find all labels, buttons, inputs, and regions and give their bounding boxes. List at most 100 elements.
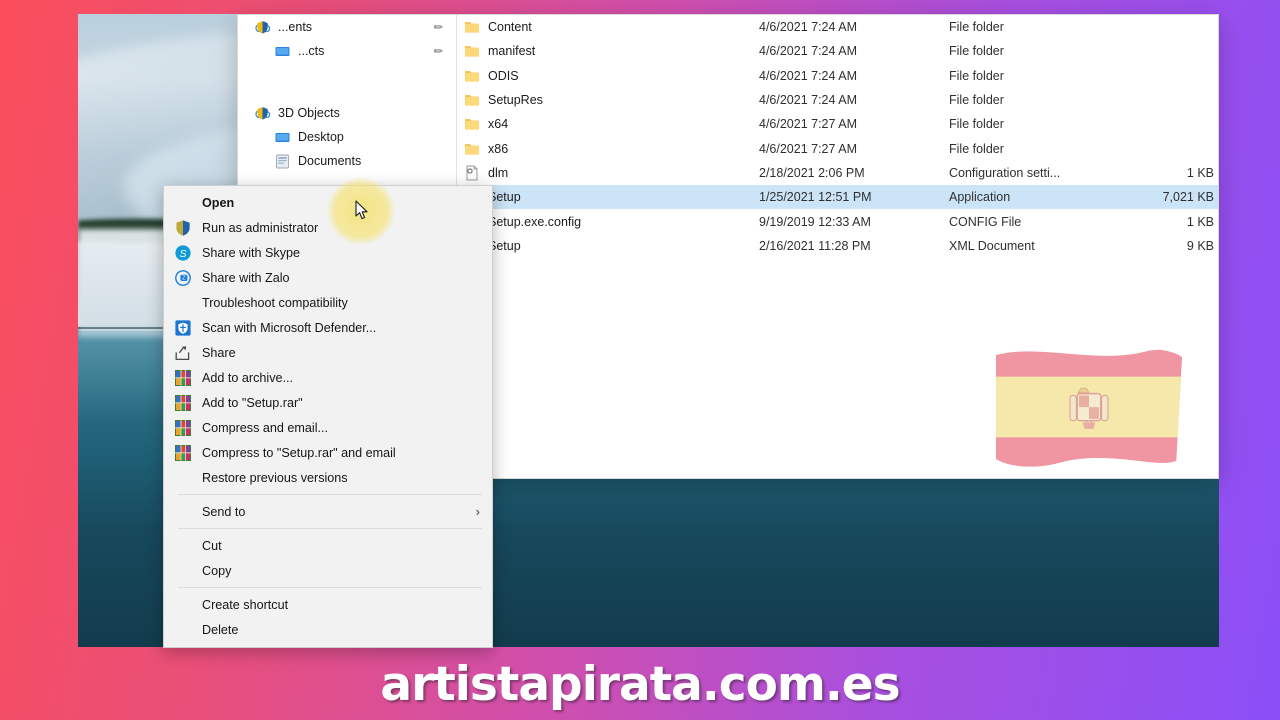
menu-item-label: Copy (202, 564, 492, 578)
config-file-icon (464, 165, 480, 181)
table-row[interactable]: Setup.exe.config 9/19/2019 12:33 AMCONFIG… (458, 209, 1218, 233)
file-name-label: x64 (488, 117, 508, 131)
chevron-right-icon: › (476, 504, 480, 519)
menu-item-share-with-skype[interactable]: S Share with Skype (164, 240, 492, 265)
file-type-cell: Configuration setti... (949, 166, 1124, 180)
context-menu[interactable]: Open Run as administrator S Share with Skyp… (163, 185, 493, 648)
nav-item-label: 3D Objects (278, 106, 340, 120)
menu-item-troubleshoot-compatibility[interactable]: Troubleshoot compatibility (164, 290, 492, 315)
menu-item-send-to[interactable]: Send to› (164, 499, 492, 524)
file-date-cell: 4/6/2021 7:24 AM (759, 69, 949, 83)
menu-item-label: Open (202, 196, 492, 210)
context-menu-items: Open Run as administrator S Share with Skyp… (164, 190, 492, 648)
table-row[interactable]: Setup1/25/2021 12:51 PMApplication7,021 … (458, 185, 1218, 209)
menu-item-share[interactable]: Share (164, 340, 492, 365)
menu-item-label: Share with Zalo (202, 271, 492, 285)
file-name-label: dlm (488, 166, 508, 180)
file-type-cell: File folder (949, 69, 1124, 83)
blank-icon (174, 537, 192, 555)
menu-item-label: Restore previous versions (202, 471, 492, 485)
menu-item-delete[interactable]: Delete (164, 617, 492, 642)
menu-item-add-to-setup-rar[interactable]: Add to "Setup.rar" (164, 390, 492, 415)
menu-item-label: Share (202, 346, 492, 360)
skype-icon: S (174, 244, 192, 262)
menu-item-scan-with-microsoft-defender[interactable]: Scan with Microsoft Defender... (164, 315, 492, 340)
onedrive-shield-icon (254, 19, 271, 36)
pin-icon[interactable]: ✐ (430, 43, 446, 59)
winrar-icon (174, 419, 192, 437)
blank-icon (174, 562, 192, 580)
table-row[interactable]: dlm 2/18/2021 2:06 PMConfiguration setti.… (458, 161, 1218, 185)
menu-item-run-as-administrator[interactable]: Run as administrator (164, 215, 492, 240)
menu-item-label: Share with Skype (202, 246, 492, 260)
blank-icon (174, 194, 192, 212)
file-name-label: Content (488, 20, 532, 34)
site-watermark: artistapirata.com.es (0, 657, 1280, 712)
menu-item-label: Rename (202, 648, 492, 649)
table-row[interactable]: SetupRes4/6/2021 7:24 AMFile folder (458, 88, 1218, 112)
pin-icon[interactable]: ✐ (430, 19, 446, 35)
file-date-cell: 2/18/2021 2:06 PM (759, 166, 949, 180)
file-date-cell: 9/19/2019 12:33 AM (759, 215, 949, 229)
file-type-cell: File folder (949, 142, 1124, 156)
table-row[interactable]: x644/6/2021 7:27 AMFile folder (458, 112, 1218, 136)
menu-item-compress-and-email[interactable]: Compress and email... (164, 415, 492, 440)
menu-separator (178, 494, 482, 495)
file-name-cell: dlm (464, 165, 759, 181)
file-type-cell: CONFIG File (949, 215, 1124, 229)
menu-item-compress-to-setup-rar-and-email[interactable]: Compress to "Setup.rar" and email (164, 440, 492, 465)
menu-item-label: Create shortcut (202, 598, 492, 612)
file-date-cell: 2/16/2021 11:28 PM (759, 239, 949, 253)
file-list-rows: Content4/6/2021 7:24 AMFile foldermanife… (458, 15, 1218, 258)
nav-item-label: Desktop (298, 130, 344, 144)
file-name-label: ODIS (488, 69, 519, 83)
blank-icon (174, 596, 192, 614)
file-name-label: manifest (488, 44, 535, 58)
file-type-cell: Application (949, 190, 1124, 204)
menu-item-label: Scan with Microsoft Defender... (202, 321, 492, 335)
file-name-cell: xSetup (464, 238, 759, 254)
menu-item-label: Compress and email... (202, 421, 492, 435)
file-size-cell: 1 KB (1124, 166, 1214, 180)
menu-item-label: Send to (202, 505, 476, 519)
onedrive-shield-icon (254, 105, 271, 122)
nav-item--cts[interactable]: ...cts✐ (238, 39, 456, 63)
nav-item--ents[interactable]: ...ents ✐ (238, 15, 456, 39)
file-name-cell: Content (464, 19, 759, 35)
file-date-cell: 4/6/2021 7:24 AM (759, 44, 949, 58)
menu-item-copy[interactable]: Copy (164, 558, 492, 583)
menu-item-rename[interactable]: Rename (164, 642, 492, 648)
nav-item-documents[interactable]: Documents (238, 149, 456, 173)
blank-icon (174, 294, 192, 312)
nav-item-desktop[interactable]: Desktop (238, 125, 456, 149)
table-row[interactable]: ODIS 4/6/2021 7:24 AMFile folder (458, 64, 1218, 88)
file-name-cell: x86 (464, 141, 759, 157)
table-row[interactable]: manifest4/6/2021 7:24 AMFile folder (458, 39, 1218, 63)
menu-item-label: Delete (202, 623, 492, 637)
file-type-cell: XML Document (949, 239, 1124, 253)
table-row[interactable]: Content4/6/2021 7:24 AMFile folder (458, 15, 1218, 39)
file-name-cell: Setup (464, 189, 759, 205)
nav-item-label: ...ents (278, 20, 312, 34)
menu-item-open[interactable]: Open (164, 190, 492, 215)
file-list-view[interactable]: Content4/6/2021 7:24 AMFile foldermanife… (458, 15, 1218, 478)
winrar-icon (174, 394, 192, 412)
menu-separator (178, 587, 482, 588)
file-date-cell: 1/25/2021 12:51 PM (759, 190, 949, 204)
menu-item-add-to-archive[interactable]: Add to archive... (164, 365, 492, 390)
file-name-cell: SetupRes (464, 92, 759, 108)
menu-item-cut[interactable]: Cut (164, 533, 492, 558)
file-size-cell: 7,021 KB (1124, 190, 1214, 204)
file-name-label: Setup.exe.config (488, 215, 581, 229)
table-row[interactable]: xSetup2/16/2021 11:28 PMXML Document9 KB (458, 234, 1218, 258)
folder-icon (464, 68, 480, 84)
menu-item-restore-previous-versions[interactable]: Restore previous versions (164, 465, 492, 490)
nav-item-3d-objects[interactable]: 3D Objects (238, 101, 456, 125)
winrar-icon (174, 444, 192, 462)
table-row[interactable]: x864/6/2021 7:27 AMFile folder (458, 136, 1218, 160)
menu-item-share-with-zalo[interactable]: Z Share with Zalo (164, 265, 492, 290)
zalo-icon: Z (174, 269, 192, 287)
documents-folder-icon (274, 153, 291, 170)
menu-item-create-shortcut[interactable]: Create shortcut (164, 592, 492, 617)
file-type-cell: File folder (949, 93, 1124, 107)
